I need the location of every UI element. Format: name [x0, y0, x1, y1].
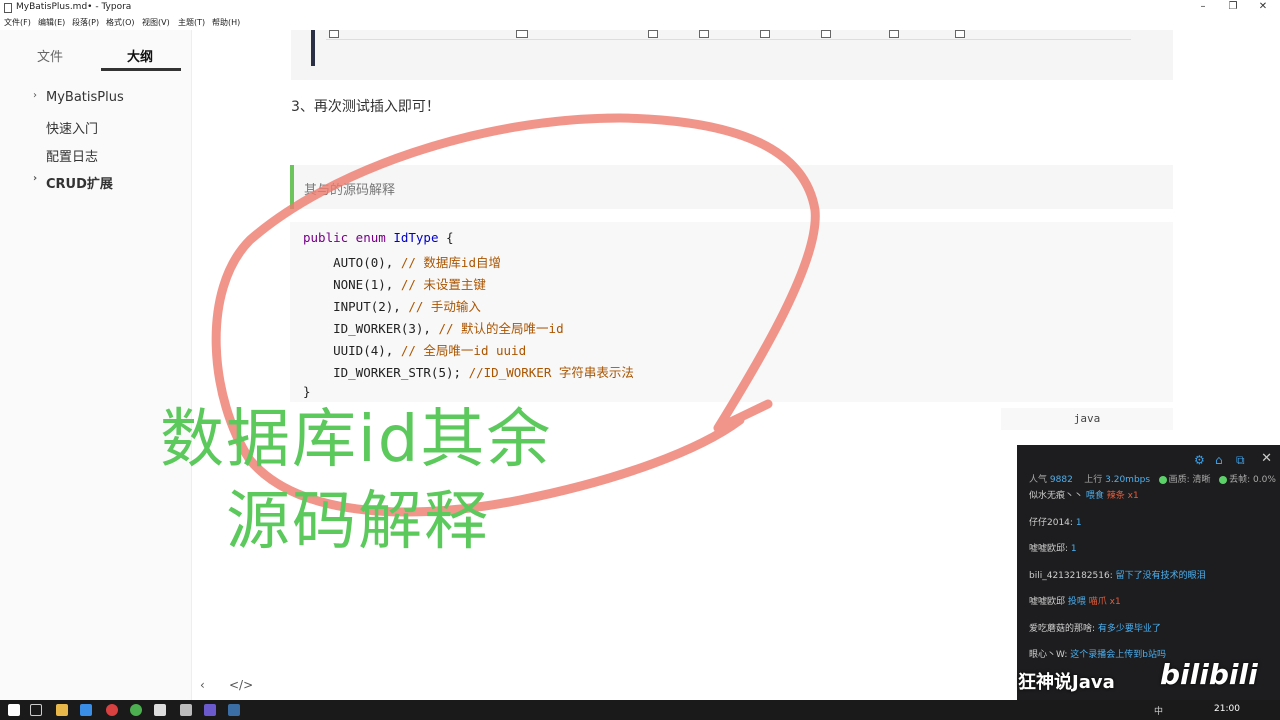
stream-stats: 人气 9882 上行 3.20mbps 画质: 清晰 丢帧: 0.0% — [1029, 472, 1276, 485]
ime-indicator[interactable]: 中 — [1154, 704, 1163, 717]
overlay-caption-line2: 源码解释 — [226, 485, 490, 559]
app-icon[interactable] — [106, 704, 118, 716]
chat-text: 投喂 — [1067, 597, 1086, 607]
clock[interactable]: 21:00 — [1214, 704, 1240, 714]
chat-text: 这个录播会上传到b站吗 — [1070, 650, 1166, 660]
windows-start-icon[interactable] — [8, 704, 20, 716]
chat-username[interactable]: 仔仔2014: — [1029, 518, 1076, 528]
ide-icon[interactable] — [204, 704, 216, 716]
browser-icon[interactable] — [130, 704, 142, 716]
chat-username[interactable]: bili_42132182516: — [1029, 571, 1116, 581]
overlay-caption-line1: 数据库id其余 — [160, 403, 553, 477]
chat-message: 眼心丶W: 这个录播会上传到b站吗 — [1029, 647, 1166, 660]
chat-message: 嘘嘘欧邱: 1 — [1029, 541, 1077, 554]
bilibili-logo: bilibili — [1160, 658, 1258, 691]
chat-text: 喂食 — [1085, 491, 1104, 501]
chat-username[interactable]: 似水无痕丶丶 — [1029, 491, 1086, 501]
chat-text: 有多少要毕业了 — [1097, 623, 1161, 634]
drop-label: 丢帧: 0.0% — [1229, 475, 1276, 485]
quality-label: 画质: 清晰 — [1168, 475, 1211, 485]
chat-text: 留下了没有技术的眼泪 — [1115, 570, 1206, 581]
upload-value: 3.20mbps — [1105, 475, 1151, 485]
drop-status-icon — [1219, 475, 1228, 484]
chat-username[interactable]: 爱吃蘑菇的那啥: — [1029, 624, 1098, 634]
popout-icon[interactable]: ⧉ — [1236, 453, 1245, 468]
chat-username[interactable]: 嘘嘘欧邱: — [1029, 544, 1071, 554]
chat-message: 嘘嘘欧邱 投喂 喵爪 x1 — [1029, 594, 1121, 607]
chat-text: 1 — [1075, 517, 1082, 528]
channel-watermark: 狂神说Java — [1018, 672, 1115, 693]
chat-username[interactable]: 嘘嘘欧邱 — [1029, 597, 1068, 607]
settings-icon[interactable]: ⚙ — [1194, 453, 1205, 467]
gift-label: 辣条 x1 — [1103, 491, 1139, 501]
quality-status-icon — [1158, 475, 1167, 484]
popularity-label: 人气 — [1029, 475, 1048, 485]
chat-message: 似水无痕丶丶 喂食 辣条 x1 — [1029, 488, 1139, 501]
app-icon[interactable] — [80, 704, 92, 716]
task-view-icon[interactable] — [30, 704, 42, 716]
typora-icon[interactable] — [154, 704, 166, 716]
gift-label: 喵爪 x1 — [1085, 597, 1121, 607]
chat-message: 爱吃蘑菇的那啥: 有多少要毕业了 — [1029, 621, 1161, 634]
upload-label: 上行 — [1084, 475, 1103, 485]
popularity-value: 9882 — [1049, 475, 1073, 485]
taskbar: 中 21:00 — [0, 700, 1280, 720]
file-explorer-icon[interactable] — [56, 704, 68, 716]
lock-icon[interactable]: ⌂ — [1215, 453, 1223, 467]
chat-message: 仔仔2014: 1 — [1029, 515, 1082, 528]
app-icon[interactable] — [180, 704, 192, 716]
app-icon[interactable] — [228, 704, 240, 716]
close-icon[interactable]: ✕ — [1261, 451, 1272, 466]
chat-message: bili_42132182516: 留下了没有技术的眼泪 — [1029, 568, 1206, 581]
chat-text: 1 — [1070, 544, 1077, 554]
chat-username[interactable]: 眼心丶W: — [1029, 650, 1070, 660]
